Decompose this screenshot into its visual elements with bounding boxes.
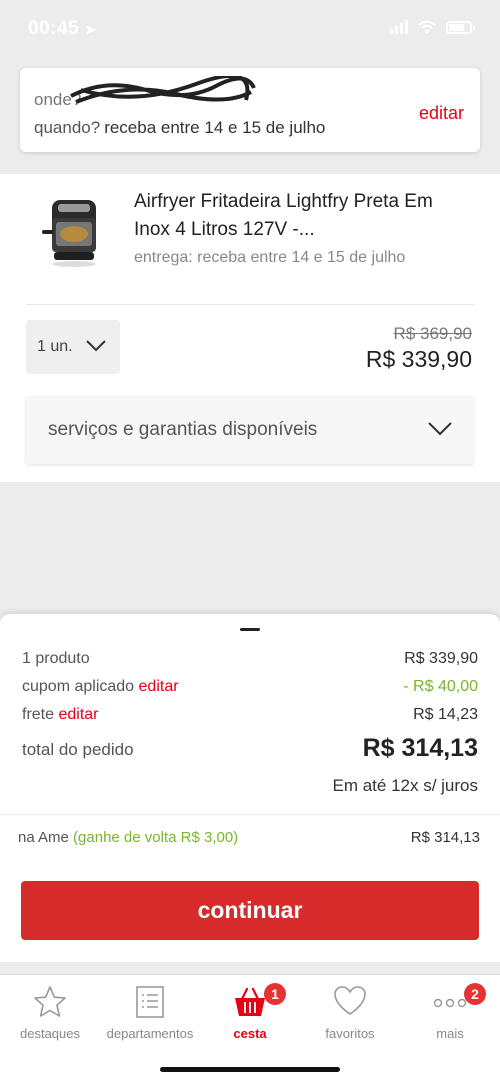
star-icon	[34, 986, 66, 1017]
tab-departamentos[interactable]: departamentos	[100, 983, 200, 1047]
products-label: 1 produto	[22, 650, 90, 667]
summary-row-coupon: cupom aplicado editar - R$ 40,00	[22, 678, 478, 696]
chevron-down-icon	[428, 422, 452, 436]
list-icon	[136, 986, 164, 1018]
status-bar: 00:45 ➤	[0, 0, 500, 60]
chevron-down-icon	[86, 340, 106, 352]
status-icons	[390, 20, 475, 34]
tab-mais[interactable]: 2 mais	[400, 983, 500, 1047]
tab-label: departamentos	[106, 1026, 194, 1041]
shipping-edit-link[interactable]: editar	[58, 706, 98, 723]
quantity-value: 1 un.	[37, 338, 73, 355]
ame-label: na Ame (ganhe de volta R$ 3,00)	[18, 829, 239, 846]
coupon-label: cupom aplicado	[22, 678, 135, 695]
quantity-select[interactable]: 1 un.	[26, 320, 120, 374]
basket-icon	[235, 987, 265, 1016]
cellular-signal-icon	[390, 20, 408, 34]
cart-count-badge: 1	[264, 983, 286, 1005]
coupon-edit-link[interactable]: editar	[139, 678, 179, 695]
services-label: serviços e garantias disponíveis	[48, 419, 318, 440]
heart-icon	[334, 986, 366, 1015]
bottom-tab-bar: destaques departamentos 1 cesta favorito…	[0, 974, 500, 1082]
cart-item: Airfryer Fritadeira Lightfry Preta Em In…	[0, 174, 500, 482]
tab-label: cesta	[233, 1026, 267, 1041]
order-summary: 1 produto R$ 339,90 cupom aplicado edita…	[0, 614, 500, 814]
more-icon	[433, 998, 467, 1008]
cta-area: continuar	[0, 858, 500, 962]
ame-value: R$ 314,13	[410, 829, 480, 846]
tab-label: favoritos	[325, 1026, 375, 1041]
summary-row-products: 1 produto R$ 339,90	[22, 650, 478, 668]
divider	[26, 304, 474, 305]
continue-button[interactable]: continuar	[21, 881, 479, 940]
delivery-when: quando? receba entre 14 e 15 de julho	[34, 118, 325, 138]
delivery-info-card[interactable]: onde? quando? receba entre 14 e 15 de jul…	[20, 68, 480, 152]
product-title[interactable]: Airfryer Fritadeira Lightfry Preta Em In…	[134, 188, 464, 244]
products-value: R$ 339,90	[404, 650, 478, 667]
delivery-when-label: quando?	[34, 118, 101, 137]
shipping-value: R$ 14,23	[413, 706, 478, 723]
more-count-badge: 2	[464, 983, 486, 1005]
location-arrow-icon: ➤	[84, 22, 97, 37]
redaction-scribble	[70, 76, 256, 104]
tab-cesta[interactable]: 1 cesta	[200, 983, 300, 1047]
battery-icon	[446, 20, 475, 34]
total-value: R$ 314,13	[362, 734, 478, 762]
summary-row-shipping: frete editar R$ 14,23	[22, 706, 478, 724]
status-time: 00:45 ➤	[28, 18, 97, 39]
old-price: R$ 369,90	[393, 324, 472, 343]
delivery-when-value: receba entre 14 e 15 de julho	[104, 118, 326, 137]
tab-label: mais	[436, 1026, 464, 1041]
ame-cashback: (ganhe de volta R$ 3,00)	[73, 829, 239, 846]
product-delivery-text: entrega: receba entre 14 e 15 de julho	[134, 249, 406, 266]
tab-destaques[interactable]: destaques	[0, 983, 100, 1047]
coupon-value: - R$ 40,00	[403, 678, 478, 695]
tab-label: destaques	[20, 1026, 80, 1041]
wifi-icon	[418, 20, 436, 34]
tab-favoritos[interactable]: favoritos	[300, 983, 400, 1047]
total-label: total do pedido	[22, 740, 134, 759]
installments-text: Em até 12x s/ juros	[332, 776, 478, 795]
services-warranty-dropdown[interactable]: serviços e garantias disponíveis	[26, 396, 474, 464]
delivery-edit-link[interactable]: editar	[419, 103, 464, 124]
current-price: R$ 339,90	[365, 346, 472, 372]
drag-handle[interactable]	[240, 628, 260, 631]
product-image	[42, 200, 96, 267]
shipping-label: frete	[22, 706, 55, 723]
ame-payment-row: na Ame (ganhe de volta R$ 3,00) R$ 314,1…	[0, 814, 500, 858]
home-indicator[interactable]	[160, 1067, 340, 1072]
